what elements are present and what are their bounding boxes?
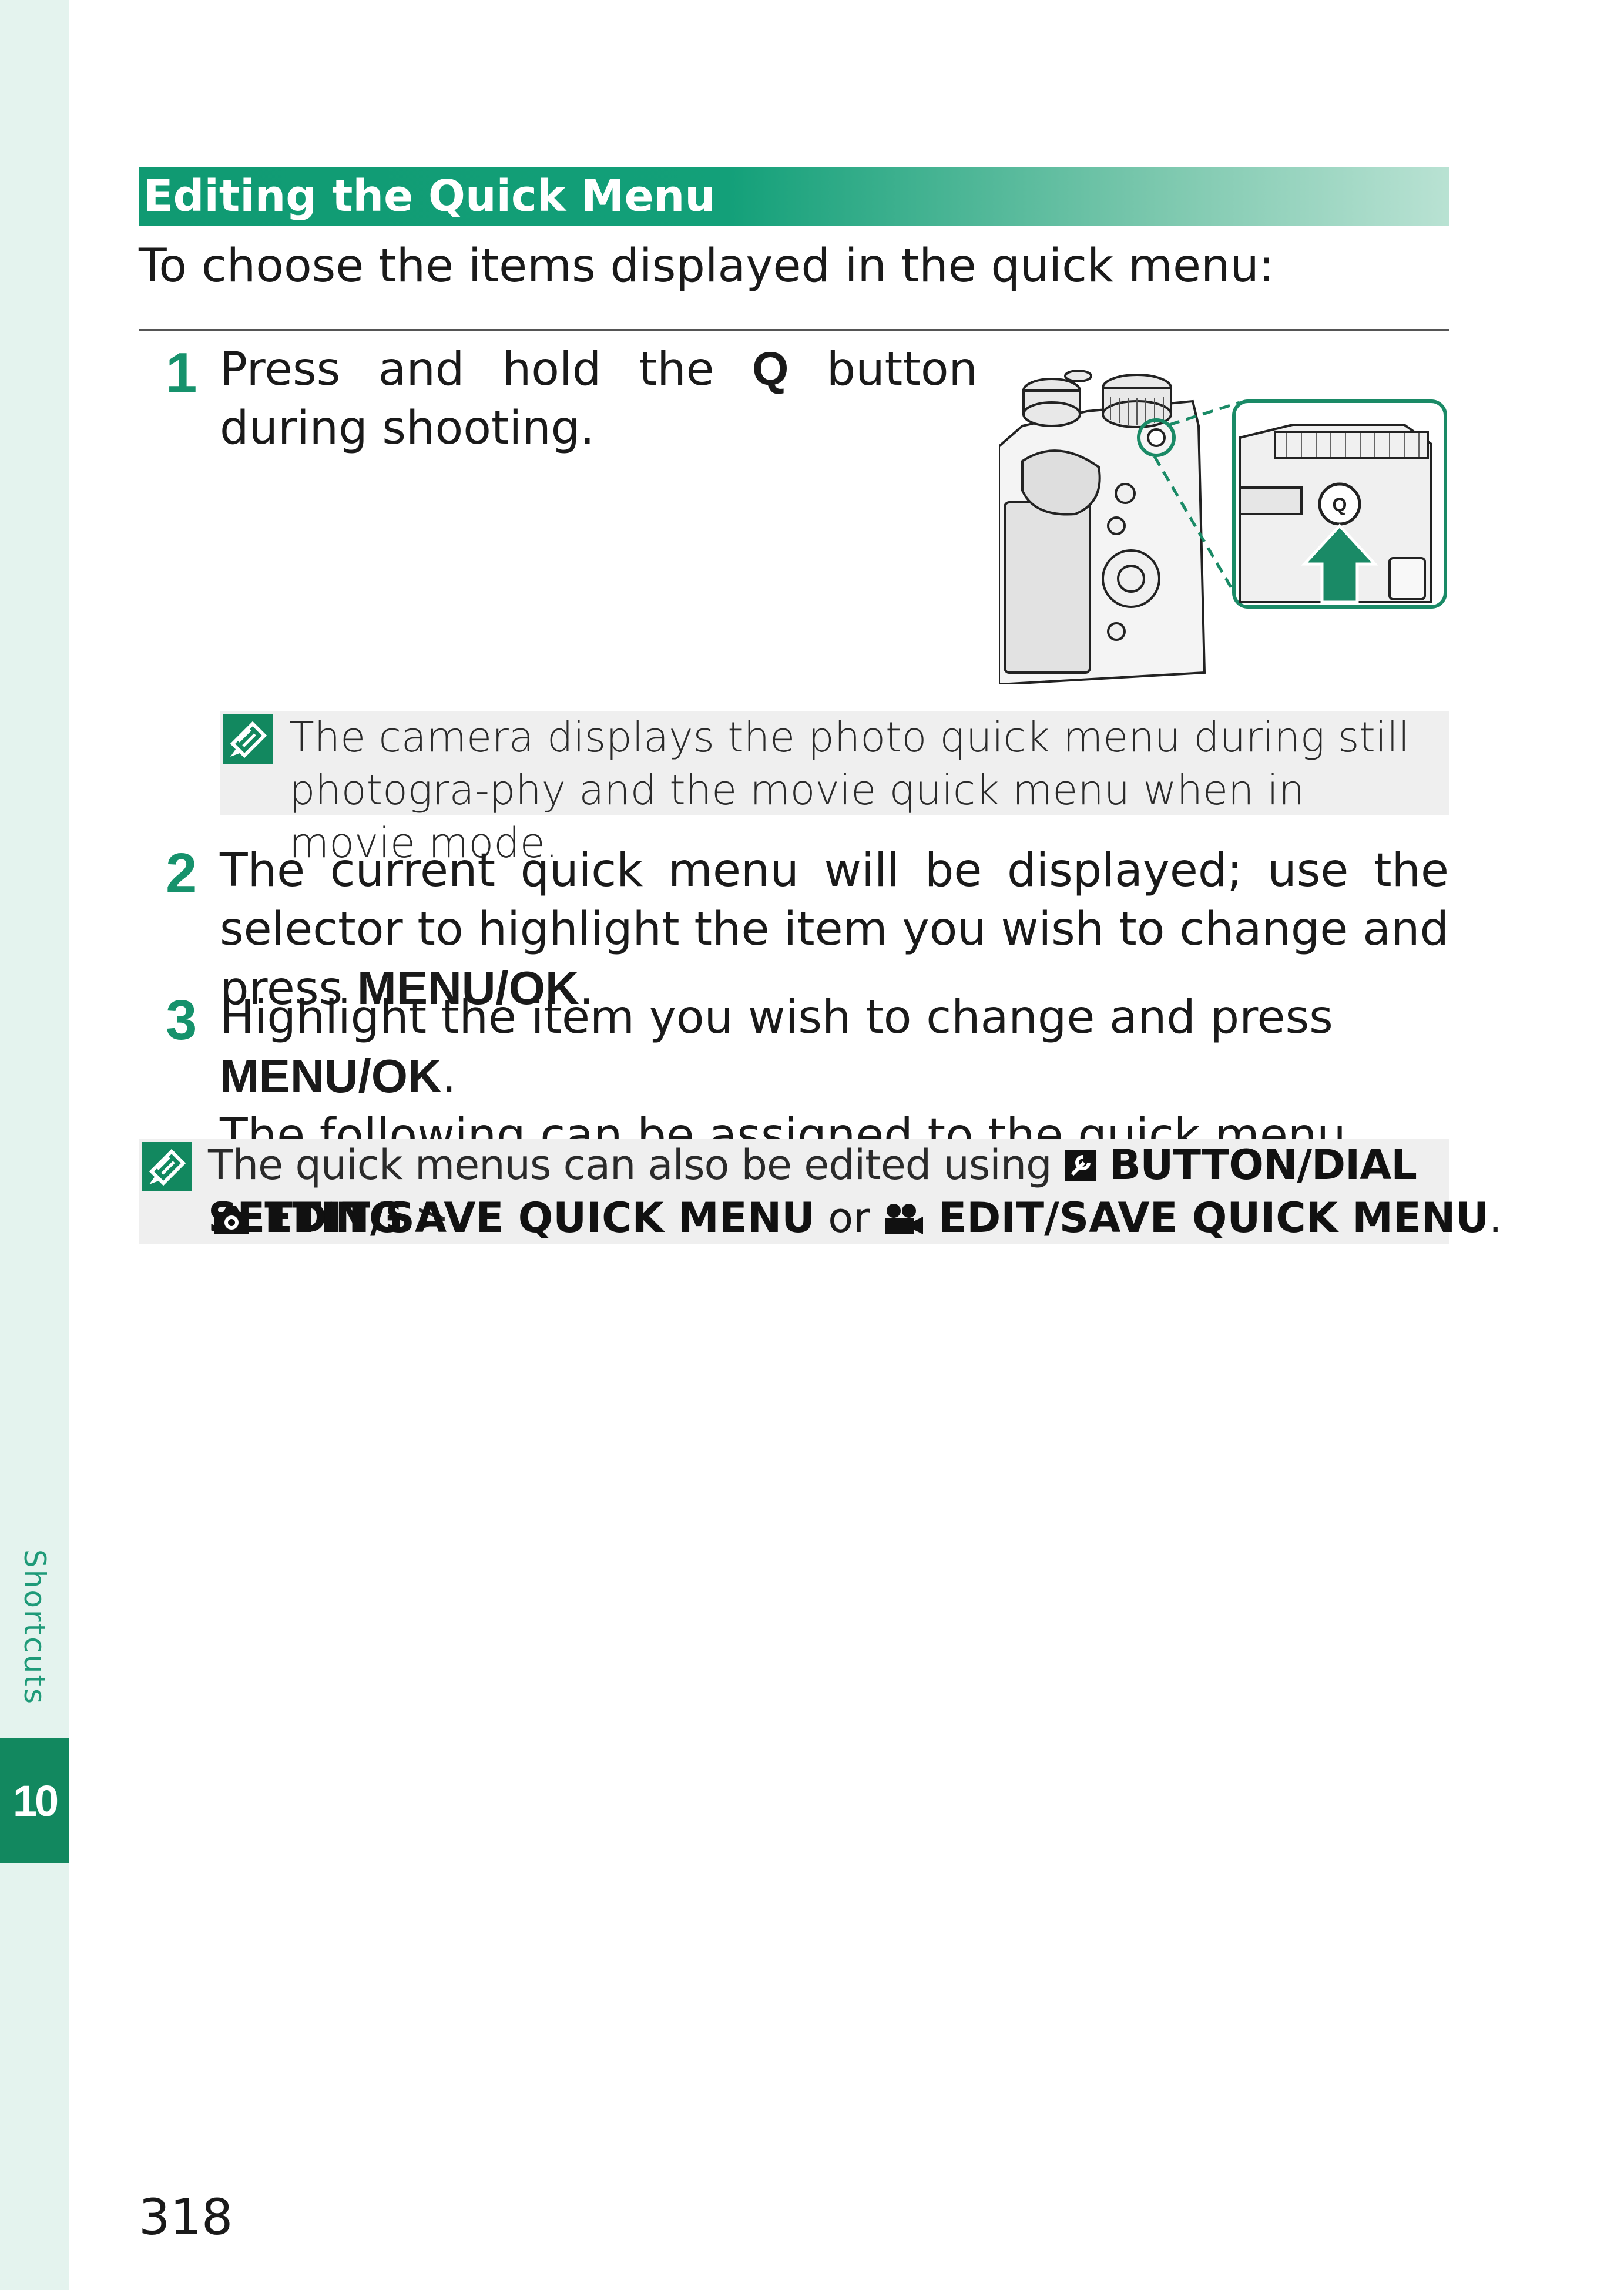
note-box: The camera displays the photo quick menu… [220,711,1449,867]
still-camera-icon [214,1206,249,1234]
menu-item-still: EDIT/SAVE QUICK MENU [264,1194,816,1242]
movie-camera-icon [885,1204,924,1234]
q-button-label: Q [1333,494,1347,515]
step-number: 2 [166,842,197,905]
note-icon [223,714,273,764]
side-rail: Shortcuts [0,0,69,2290]
q-key-label: Q [752,343,789,395]
step-text: Press and hold the Q button during shoot… [220,343,978,455]
note-box: The quick menus can also be edited using… [139,1139,1502,1244]
camera-q-button-illustration: Q [999,370,1447,684]
step-number: 3 [166,989,197,1052]
page-number: 318 [139,2188,233,2246]
menu-ok-key-label: MENU/OK [220,1050,442,1102]
section-heading: Editing the Quick Menu [139,167,1449,226]
menu-item-movie: EDIT/SAVE QUICK MENU [938,1194,1489,1242]
divider [139,329,1449,331]
note-icon [142,1142,192,1191]
step-number: 1 [166,341,197,404]
chapter-tab[interactable]: 10 [0,1738,69,1863]
note-text-line2: EDIT/SAVE QUICK MENU or EDIT/SAVE QUICK … [212,1191,1502,1244]
section-label: Shortcuts [18,1549,52,1706]
intro-text: To choose the items displayed in the qui… [139,240,1275,293]
wrench-icon [1065,1150,1096,1181]
